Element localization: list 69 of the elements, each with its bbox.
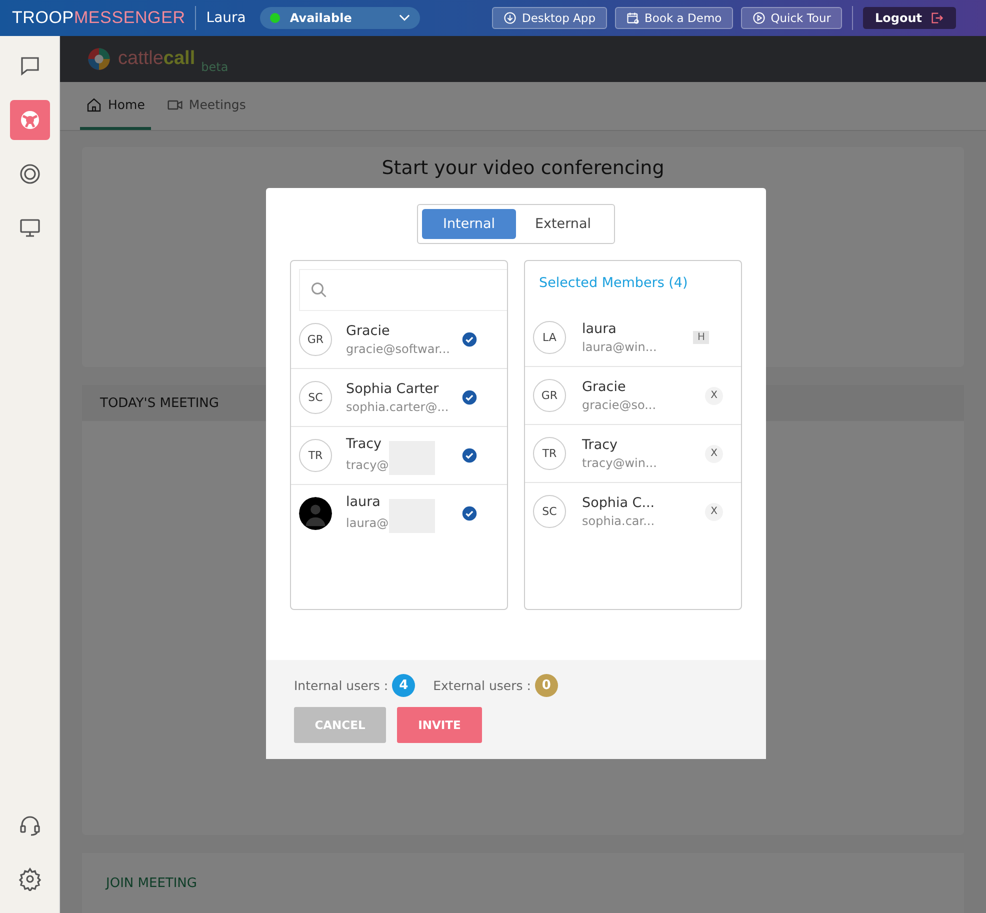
remove-button[interactable]: X bbox=[705, 444, 723, 462]
play-icon bbox=[752, 11, 766, 25]
user-row[interactable]: GR Gracie gracie@softwar... bbox=[291, 311, 507, 369]
beta-label: beta bbox=[201, 60, 228, 74]
download-icon bbox=[502, 11, 517, 25]
member-name: Sophia C... bbox=[582, 495, 656, 511]
user-email: sophia.carter@... bbox=[346, 400, 449, 414]
remove-button[interactable]: X bbox=[705, 386, 723, 404]
logout-icon bbox=[930, 11, 944, 25]
header-button[interactable]: Book a Demo bbox=[614, 7, 733, 29]
user-name: Gracie bbox=[346, 323, 391, 339]
user-row[interactable]: laura laura@ bbox=[291, 485, 507, 542]
avatar: TR bbox=[299, 439, 332, 472]
panel-title: Selected Members (4) bbox=[538, 274, 689, 293]
host-badge: H bbox=[693, 331, 709, 344]
avatar: SC bbox=[299, 381, 332, 414]
home-icon bbox=[86, 96, 102, 112]
checkmark-icon[interactable] bbox=[462, 506, 477, 521]
user-email: laura@ bbox=[346, 516, 389, 530]
heading: Start your video conferencing bbox=[382, 157, 664, 181]
tab[interactable]: Home bbox=[80, 82, 151, 130]
card-title: JOIN MEETING bbox=[106, 876, 197, 890]
member-email: sophia.car... bbox=[582, 514, 656, 528]
ring-icon bbox=[18, 162, 42, 186]
member-name: Gracie bbox=[582, 379, 627, 395]
headset-icon bbox=[18, 813, 42, 837]
header-button[interactable]: Quick Tour bbox=[740, 7, 842, 29]
search-icon bbox=[310, 281, 328, 299]
count-label: External users : bbox=[433, 678, 531, 693]
segment-tab[interactable]: Internal bbox=[422, 209, 516, 239]
avatar: GR bbox=[299, 323, 332, 356]
member-email: tracy@win... bbox=[582, 456, 658, 470]
header-button[interactable]: Desktop App bbox=[492, 7, 607, 29]
count-label: Internal users : bbox=[294, 678, 388, 693]
logout-button[interactable]: Logout bbox=[862, 7, 956, 29]
user-email: tracy@ bbox=[346, 458, 389, 472]
checkmark-icon[interactable] bbox=[462, 448, 477, 463]
monitor-icon bbox=[18, 216, 42, 240]
chevron-icon bbox=[398, 14, 410, 22]
member-email: laura@win... bbox=[582, 340, 658, 354]
search-field[interactable] bbox=[299, 269, 507, 311]
user-email: gracie@softwar... bbox=[346, 342, 450, 356]
user-row[interactable]: TR Tracy tracy@ bbox=[291, 427, 507, 485]
card-title: TODAY'S MEETING bbox=[100, 396, 219, 410]
settings-icon bbox=[18, 867, 42, 891]
app-name: cattlecall bbox=[118, 48, 196, 70]
user-name: Laura bbox=[206, 10, 246, 26]
user-name: Tracy bbox=[346, 436, 382, 452]
brand-logo: TROOPMESSENGER bbox=[12, 8, 186, 28]
checkmark-icon[interactable] bbox=[462, 390, 477, 405]
count-badge: 0 bbox=[534, 674, 558, 697]
avatar: LA bbox=[533, 321, 566, 354]
segment-tab[interactable]: External bbox=[516, 209, 610, 239]
status-dropdown[interactable]: Available bbox=[260, 7, 420, 29]
remove-button[interactable]: X bbox=[705, 502, 723, 520]
member-email: gracie@so... bbox=[582, 398, 658, 412]
user-name: Sophia Carter bbox=[346, 381, 440, 397]
logo-icon bbox=[86, 46, 112, 72]
member-name: laura bbox=[582, 321, 618, 337]
avatar: TR bbox=[533, 437, 566, 470]
calendar-icon bbox=[626, 11, 640, 25]
user-row[interactable]: SC Sophia Carter sophia.carter@... bbox=[291, 369, 507, 427]
count-badge: 4 bbox=[392, 674, 416, 697]
member-name: Tracy bbox=[582, 437, 618, 453]
checkmark-icon[interactable] bbox=[462, 332, 477, 347]
sidebar-item[interactable] bbox=[10, 100, 50, 140]
avatar: SC bbox=[533, 495, 566, 528]
user-name: laura bbox=[346, 494, 382, 510]
avatar: GR bbox=[533, 379, 566, 412]
